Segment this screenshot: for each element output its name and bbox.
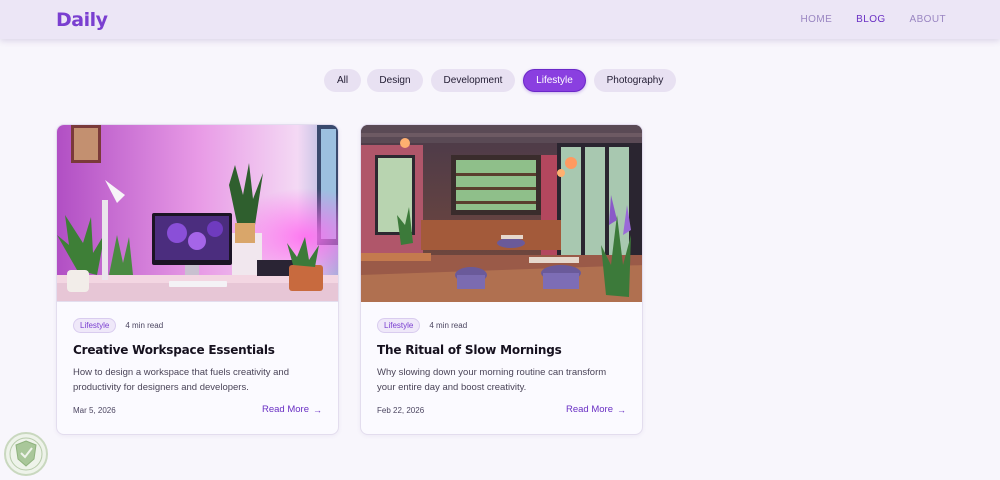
post-card[interactable]: Lifestyle 4 min read Creative Workspace …: [56, 124, 339, 435]
nav-link-blog[interactable]: BLOG: [856, 14, 885, 25]
category-filters: All Design Development Lifestyle Photogr…: [0, 69, 1000, 92]
post-title[interactable]: The Ritual of Slow Mornings: [377, 343, 627, 357]
post-meta: Lifestyle 4 min read: [377, 318, 467, 333]
filter-chip-design[interactable]: Design: [367, 69, 423, 92]
filter-chip-all[interactable]: All: [324, 69, 361, 92]
category-tag[interactable]: Lifestyle: [73, 318, 117, 333]
cafe-photo[interactable]: [361, 125, 643, 302]
post-excerpt: Why slowing down your morning routine ca…: [377, 367, 607, 393]
post-date: Mar 5, 2026: [73, 406, 116, 415]
workspace-photo[interactable]: [57, 125, 339, 302]
shield-badge-icon: [4, 432, 48, 476]
top-navbar: Daily HOME BLOG ABOUT: [0, 0, 1000, 39]
category-tag[interactable]: Lifestyle: [377, 318, 421, 333]
post-title[interactable]: Creative Workspace Essentials: [73, 343, 323, 357]
nav-link-home[interactable]: HOME: [801, 14, 833, 25]
arrow-right-icon: →: [313, 404, 322, 415]
read-more-label: Read More: [566, 404, 613, 415]
arrow-right-icon: →: [617, 404, 626, 415]
filter-chip-development[interactable]: Development: [431, 69, 515, 92]
post-date: Feb 22, 2026: [377, 406, 425, 415]
nav-link-about[interactable]: ABOUT: [910, 14, 946, 25]
read-more-link[interactable]: Read More →: [262, 404, 322, 415]
site-logo[interactable]: Daily: [56, 9, 108, 31]
read-time: 4 min read: [125, 321, 164, 330]
nav-links: HOME BLOG ABOUT: [777, 14, 946, 25]
filter-chip-photography[interactable]: Photography: [594, 69, 676, 92]
filter-chip-lifestyle[interactable]: Lifestyle: [523, 69, 586, 92]
post-meta: Lifestyle 4 min read: [73, 318, 163, 333]
post-card[interactable]: Lifestyle 4 min read The Ritual of Slow …: [360, 124, 643, 435]
read-more-label: Read More: [262, 404, 309, 415]
post-excerpt: How to design a workspace that fuels cre…: [73, 367, 289, 393]
read-time: 4 min read: [429, 321, 468, 330]
read-more-link[interactable]: Read More →: [566, 404, 626, 415]
